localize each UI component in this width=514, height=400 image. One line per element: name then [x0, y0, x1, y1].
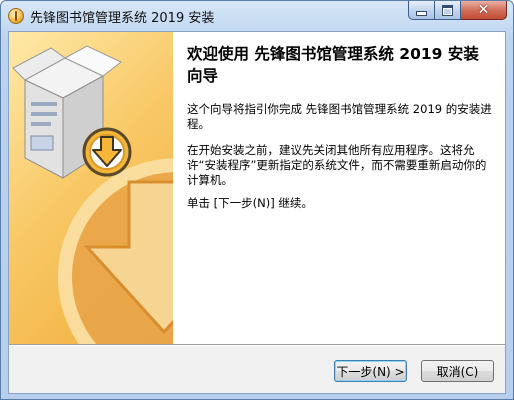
- maximize-button[interactable]: [435, 1, 461, 20]
- close-apps-advice-text: 在开始安装之前，建议先关闭其他所有应用程序。这将允许“安装程序”更新指定的系统文…: [187, 143, 487, 187]
- footer-divider: [9, 344, 505, 346]
- installer-app-icon[interactable]: [8, 8, 24, 24]
- wizard-banner: [9, 32, 173, 344]
- intro-text: 这个向导将指引你完成 先锋图书馆管理系统 2019 的安装进程。: [187, 102, 492, 131]
- minimize-icon: [416, 10, 427, 16]
- title-bar[interactable]: 先锋图书馆管理系统 2019 安装 ✕: [1, 1, 513, 31]
- maximize-icon: [442, 4, 453, 16]
- wizard-client-area: 欢迎使用 先锋图书馆管理系统 2019 安装向导 这个向导将指引你完成 先锋图书…: [8, 31, 506, 394]
- banner-artwork: [12, 45, 173, 344]
- cancel-button[interactable]: 取消(C): [421, 360, 494, 382]
- continue-instruction-text: 单击 [下一步(N)] 继续。: [187, 196, 313, 210]
- caption-buttons: ✕: [408, 1, 507, 21]
- close-button[interactable]: ✕: [461, 1, 507, 20]
- wizard-content: 欢迎使用 先锋图书馆管理系统 2019 安装向导 这个向导将指引你完成 先锋图书…: [173, 32, 505, 344]
- window-title: 先锋图书馆管理系统 2019 安装: [30, 11, 215, 26]
- background-download-arrow-icon: [58, 158, 173, 344]
- download-arrow-icon: [82, 127, 132, 177]
- next-button[interactable]: 下一步(N) >: [334, 360, 407, 382]
- close-icon: ✕: [477, 2, 490, 18]
- installer-window: 先锋图书馆管理系统 2019 安装 ✕ 欢迎使用 先锋图书馆管理系统 2019 …: [0, 0, 514, 400]
- welcome-heading: 欢迎使用 先锋图书馆管理系统 2019 安装向导: [187, 45, 479, 85]
- minimize-button[interactable]: [408, 1, 435, 20]
